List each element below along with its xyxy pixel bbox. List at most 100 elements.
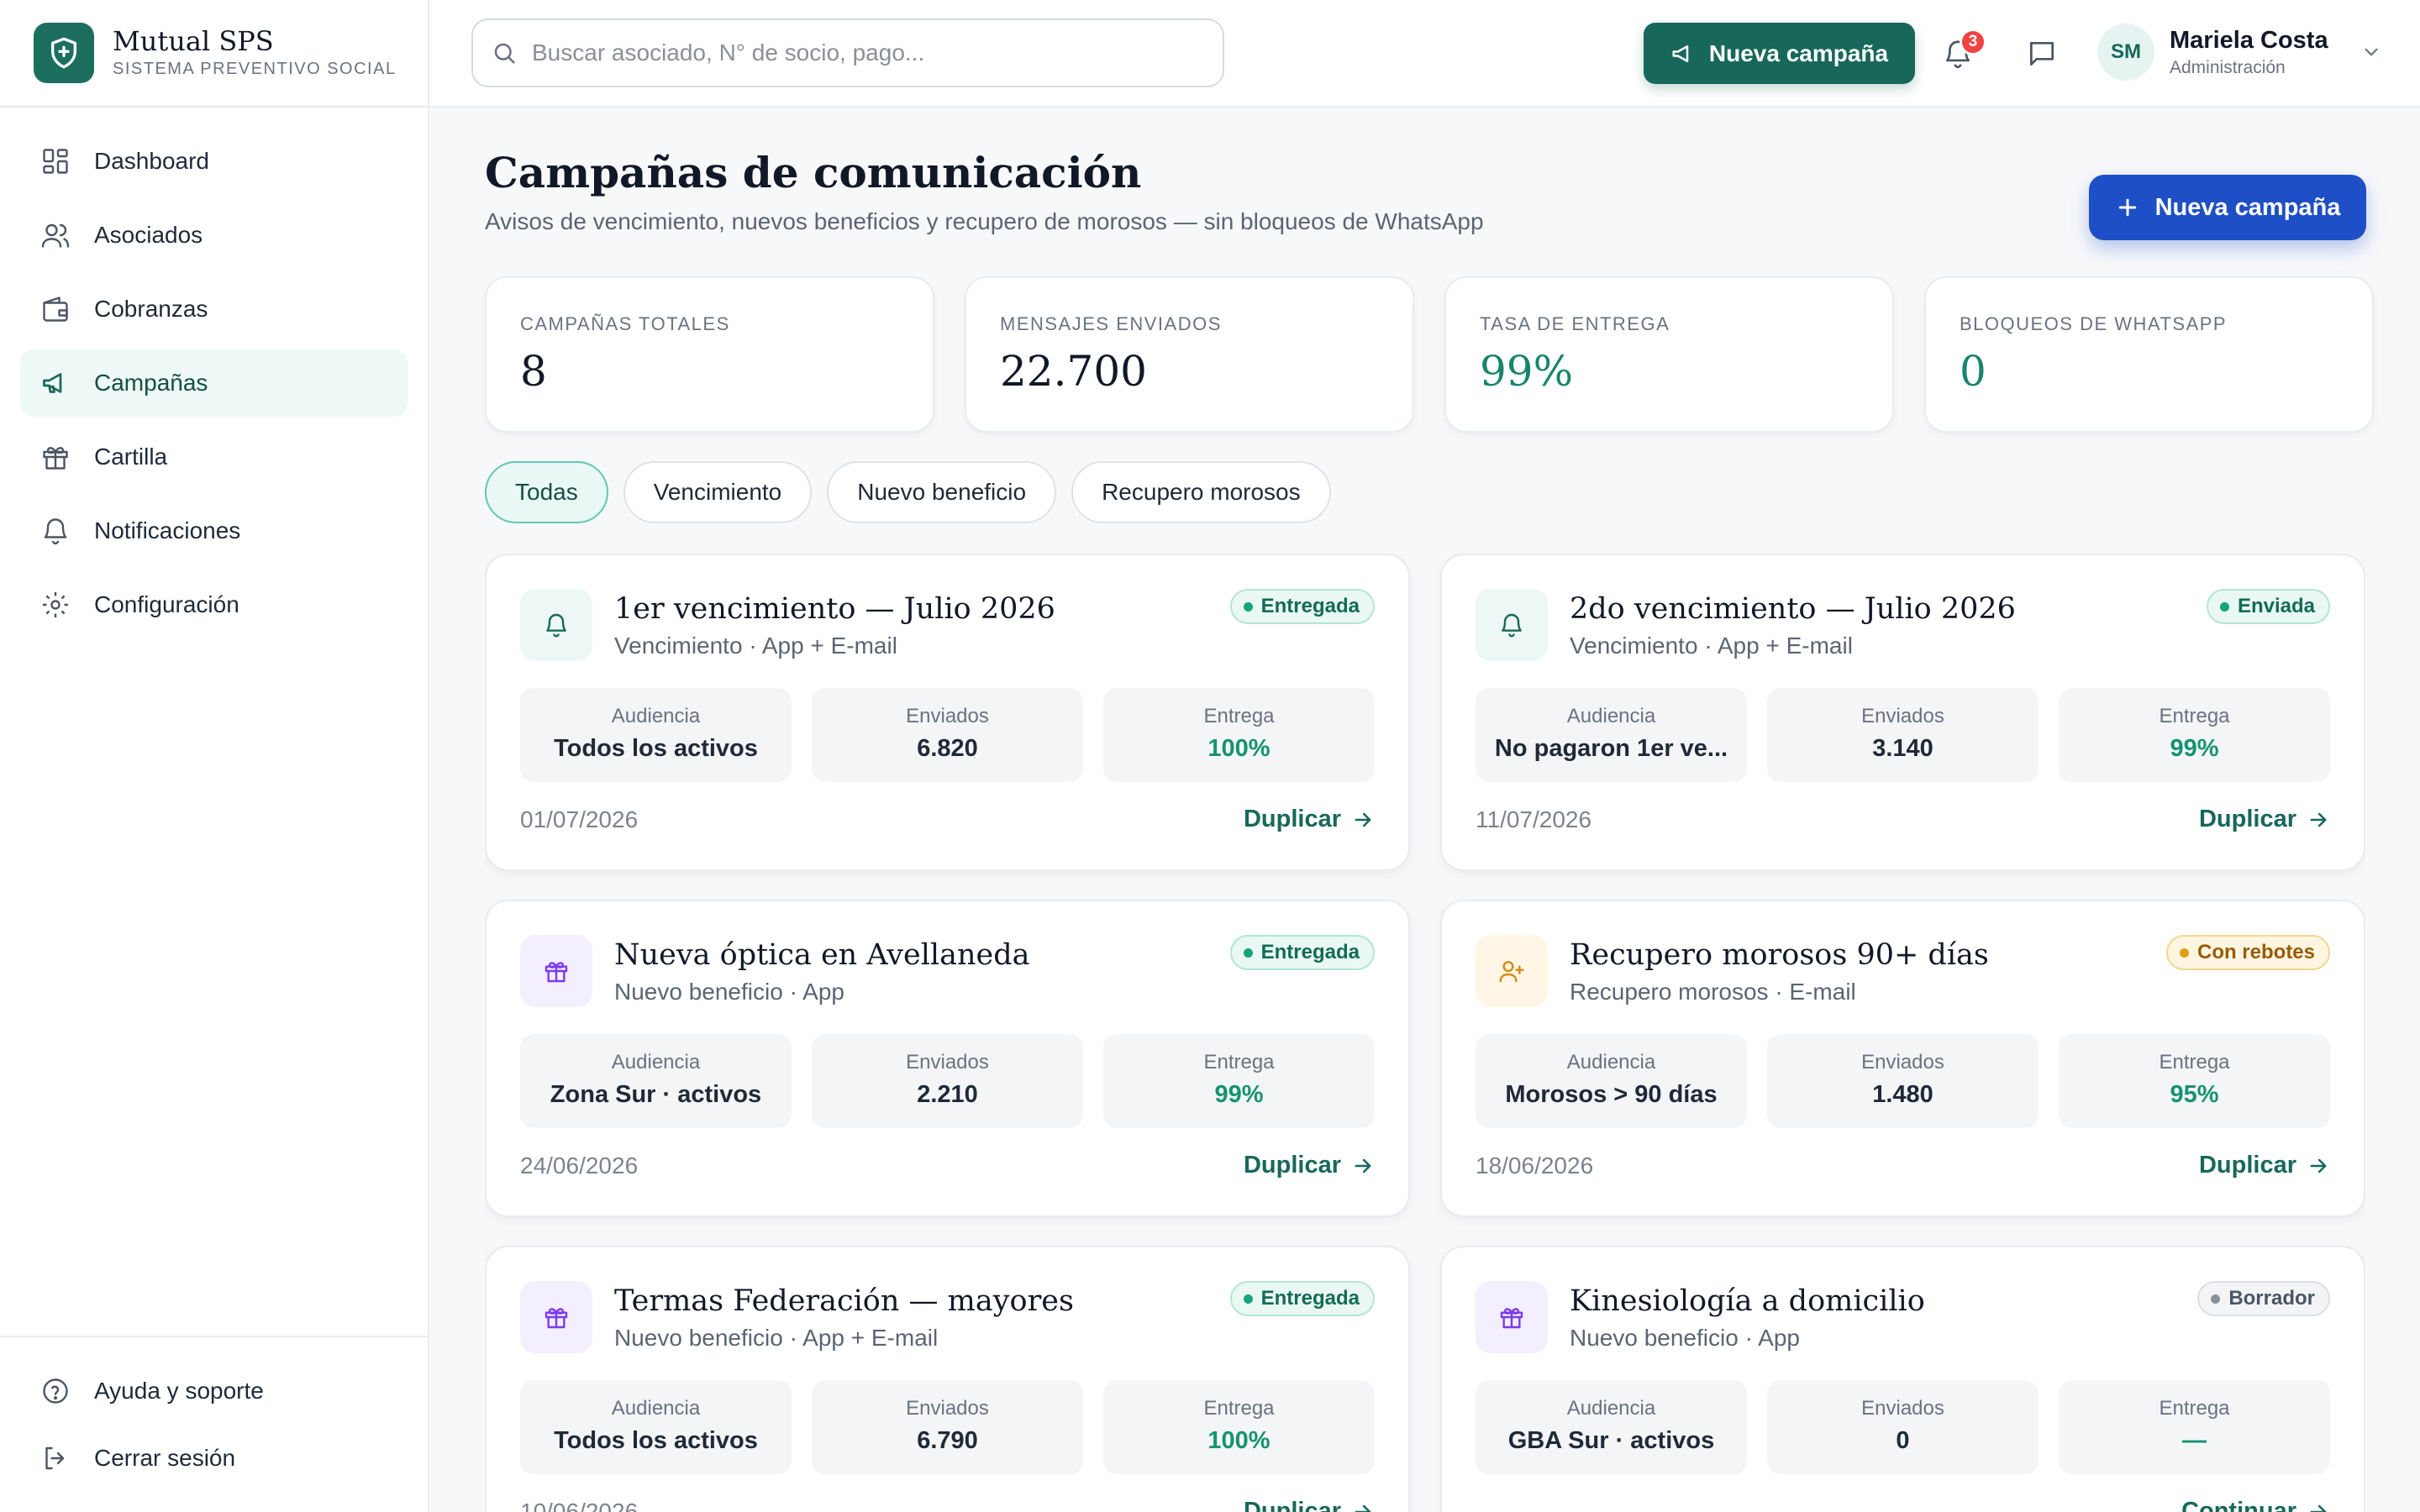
user-menu[interactable]: SM Mariela Costa Administración	[2097, 24, 2382, 81]
campaign-card[interactable]: Kinesiología a domicilio Nuevo beneficio…	[1440, 1246, 2365, 1512]
campaign-card[interactable]: Nueva óptica en Avellaneda Nuevo benefic…	[485, 900, 1410, 1217]
duplicate-link[interactable]: Duplicar	[2199, 1152, 2330, 1179]
megaphone-icon	[1672, 45, 1689, 62]
bell-icon	[1476, 589, 1548, 661]
campaign-title: Nueva óptica en Avellaneda	[614, 938, 1030, 972]
metric-value: Todos los activos	[554, 735, 758, 762]
action-label: Duplicar	[1243, 806, 1341, 832]
metric-value: Zona Sur · activos	[550, 1081, 762, 1108]
action-label: Duplicar	[2198, 806, 2296, 832]
campaign-card[interactable]: Termas Federación — mayores Nuevo benefi…	[485, 1246, 1410, 1512]
shield-logo-icon	[34, 23, 94, 83]
campaign-card[interactable]: 2do vencimiento — Julio 2026 Vencimiento…	[1440, 554, 2365, 871]
sidebar-item-configuracion[interactable]: Configuración	[20, 571, 408, 638]
campaign-title: Kinesiología a domicilio	[1570, 1284, 1925, 1318]
metric-audience: Audiencia Todos los activos	[520, 688, 792, 782]
sidebar-item-label: Cerrar sesión	[94, 1445, 236, 1471]
campaign-title: Termas Federación — mayores	[614, 1284, 1074, 1318]
metric-sent: Enviados 6.820	[812, 688, 1083, 782]
duplicate-link[interactable]: Duplicar	[1244, 1498, 1375, 1512]
sidebar-item-cobranzas[interactable]: Cobranzas	[20, 276, 408, 343]
gift-icon	[520, 935, 592, 1007]
topbar-new-campaign-button[interactable]: Nueva campaña	[1644, 23, 1915, 84]
metric-sent: Enviados 6.790	[812, 1380, 1083, 1474]
sidebar-nav: Dashboard Asociados Cobranzas Campañas C…	[0, 108, 428, 665]
topbar-cta-label: Nueva campaña	[1708, 39, 1889, 66]
sidebar: Mutual SPS SISTEMA PREVENTIVO SOCIAL Das…	[0, 0, 429, 1512]
duplicate-link[interactable]: Duplicar	[2199, 806, 2330, 833]
action-label: Duplicar	[1243, 1152, 1341, 1179]
campaign-grid: 1er vencimiento — Julio 2026 Vencimiento…	[485, 554, 2365, 1512]
action-label: Duplicar	[1243, 1498, 1341, 1512]
status-label: Entregada	[1260, 595, 1360, 617]
metric-delivery: Entrega —	[2059, 1380, 2330, 1474]
filter-chip-todas[interactable]: Todas	[485, 461, 608, 523]
messages-button[interactable]	[2018, 30, 2065, 77]
campaign-subtitle: Vencimiento · App + E-mail	[614, 633, 897, 659]
status-badge: Entregada	[1229, 589, 1375, 624]
bell-icon	[44, 518, 67, 545]
campaign-card[interactable]: 1er vencimiento — Julio 2026 Vencimiento…	[485, 554, 1410, 871]
sidebar-item-help[interactable]: Ayuda y soporte	[20, 1357, 408, 1425]
metric-sent: Enviados 3.140	[1767, 688, 2039, 782]
campaign-card[interactable]: Recupero morosos 90+ días Recupero moros…	[1440, 900, 2365, 1217]
sidebar-item-logout[interactable]: Cerrar sesión	[20, 1425, 408, 1492]
metric-value: 100%	[1207, 1427, 1270, 1454]
metric-value: 0	[1896, 1427, 1910, 1454]
metric-delivery: Entrega 99%	[1103, 1034, 1375, 1128]
metric-delivery: Entrega 99%	[2059, 688, 2330, 782]
metric-label: Enviados	[1861, 705, 1944, 727]
arrow-right-icon	[2310, 1504, 2327, 1512]
metric-label: Entrega	[2159, 1051, 2230, 1074]
duplicate-link[interactable]: Duplicar	[1244, 1152, 1375, 1179]
campaign-date: 11/07/2026	[1476, 806, 1592, 832]
metric-label: Enviados	[906, 1051, 989, 1074]
metric-value: GBA Sur · activos	[1507, 1427, 1715, 1454]
stat-value: 8	[520, 347, 547, 396]
gift-icon	[520, 1281, 592, 1353]
filter-chip-nuevo-beneficio[interactable]: Nuevo beneficio	[827, 461, 1057, 523]
grid-icon	[43, 149, 68, 174]
sidebar-item-cartilla[interactable]: Cartilla	[20, 423, 408, 491]
sidebar-item-campanas[interactable]: Campañas	[20, 349, 408, 417]
search-input[interactable]	[532, 39, 1187, 66]
filter-chips: Todas Vencimiento Nuevo beneficio Recupe…	[485, 461, 1331, 523]
bell-icon	[520, 589, 592, 661]
chevron-down-icon	[2364, 48, 2378, 56]
metric-value: 6.790	[917, 1427, 978, 1454]
stats-row: CAMPAÑAS TOTALES 8 MENSAJES ENVIADOS 22.…	[485, 276, 2374, 433]
search-icon	[494, 43, 515, 64]
metric-value: 3.140	[1872, 735, 1933, 762]
metric-audience: Audiencia Todos los activos	[520, 1380, 792, 1474]
sidebar-item-dashboard[interactable]: Dashboard	[20, 128, 408, 195]
continue-link[interactable]: Continuar	[2181, 1498, 2330, 1512]
sidebar-item-asociados[interactable]: Asociados	[20, 202, 408, 269]
metric-value: 1.480	[1872, 1081, 1933, 1108]
status-badge: Entregada	[1229, 1281, 1375, 1316]
metric-label: Audiencia	[1566, 705, 1656, 727]
status-badge: Entregada	[1229, 935, 1375, 970]
user-role: Administración	[2170, 57, 2286, 77]
sidebar-item-notificaciones[interactable]: Notificaciones	[20, 497, 408, 564]
sidebar-item-label: Notificaciones	[94, 517, 241, 543]
action-label: Continuar	[2181, 1498, 2296, 1512]
campaign-date: —	[1476, 1498, 1499, 1512]
users-icon	[41, 223, 70, 248]
duplicate-link[interactable]: Duplicar	[1244, 806, 1375, 833]
new-campaign-button[interactable]: Nueva campaña	[2089, 175, 2366, 240]
notifications-button[interactable]: 3	[1934, 29, 1986, 77]
metric-label: Entrega	[1203, 1051, 1275, 1074]
search-box[interactable]	[471, 18, 1224, 87]
metric-value: 95%	[2170, 1081, 2219, 1108]
brand-name: Mutual SPS	[113, 24, 274, 57]
metric-value: —	[2182, 1427, 2207, 1454]
status-badge: Borrador	[2197, 1281, 2330, 1316]
metric-label: Entrega	[1203, 1397, 1275, 1420]
metric-sent: Enviados 1.480	[1767, 1034, 2039, 1128]
arrow-right-icon	[1355, 1504, 1371, 1512]
filter-chip-vencimiento[interactable]: Vencimiento	[623, 461, 813, 523]
campaign-date: 24/06/2026	[520, 1152, 639, 1179]
wallet-icon	[43, 297, 68, 322]
filter-chip-recupero-morosos[interactable]: Recupero morosos	[1071, 461, 1331, 523]
campaign-date: 10/06/2026	[520, 1498, 639, 1512]
